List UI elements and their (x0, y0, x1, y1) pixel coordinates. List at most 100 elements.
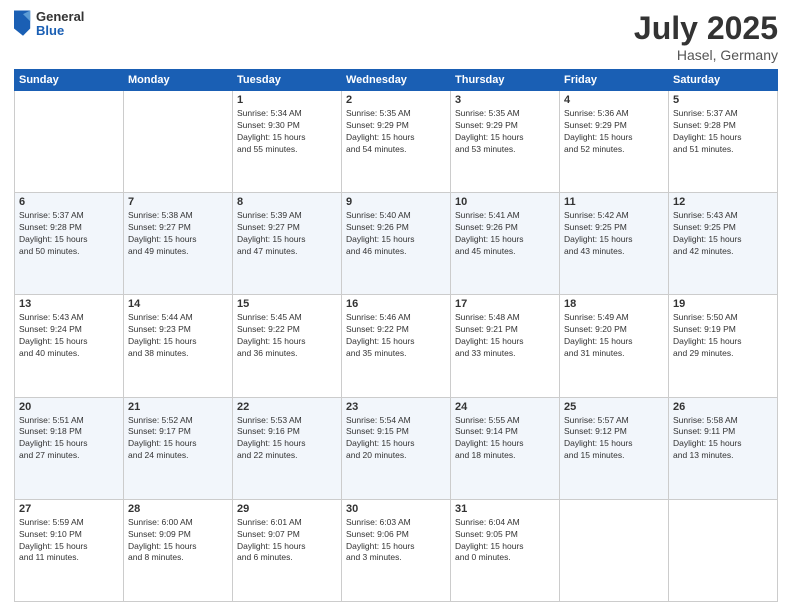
calendar-cell: 30 Sunrise: 6:03 AM Sunset: 9:06 PM Dayli… (342, 499, 451, 601)
day-info: Sunrise: 5:54 AM Sunset: 9:15 PM Dayligh… (346, 415, 446, 463)
day-number: 1 (237, 94, 337, 106)
day-info: Sunrise: 5:35 AM Sunset: 9:29 PM Dayligh… (346, 108, 446, 156)
day-number: 5 (673, 94, 773, 106)
day-number: 16 (346, 298, 446, 310)
day-header-tuesday: Tuesday (233, 70, 342, 91)
calendar-cell: 28 Sunrise: 6:00 AM Sunset: 9:09 PM Dayli… (124, 499, 233, 601)
day-info: Sunrise: 5:50 AM Sunset: 9:19 PM Dayligh… (673, 312, 773, 360)
day-info: Sunrise: 5:55 AM Sunset: 9:14 PM Dayligh… (455, 415, 555, 463)
day-info: Sunrise: 6:03 AM Sunset: 9:06 PM Dayligh… (346, 517, 446, 565)
calendar-cell: 3Sunrise: 5:35 AM Sunset: 9:29 PM Daylig… (451, 91, 560, 193)
day-info: Sunrise: 5:37 AM Sunset: 9:28 PM Dayligh… (19, 210, 119, 258)
day-number: 24 (455, 401, 555, 413)
logo-general-text: General (36, 10, 84, 24)
day-header-thursday: Thursday (451, 70, 560, 91)
day-number: 27 (19, 503, 119, 515)
calendar-cell: 5 Sunrise: 5:37 AM Sunset: 9:28 PM Daylig… (669, 91, 778, 193)
calendar-cell (560, 499, 669, 601)
calendar-week-2: 13 Sunrise: 5:43 AM Sunset: 9:24 PM Dayli… (15, 295, 778, 397)
calendar-cell: 23Sunrise: 5:54 AM Sunset: 9:15 PM Dayli… (342, 397, 451, 499)
day-number: 25 (564, 401, 664, 413)
day-number: 13 (19, 298, 119, 310)
day-info: Sunrise: 6:00 AM Sunset: 9:09 PM Dayligh… (128, 517, 228, 565)
logo-text: General Blue (36, 10, 84, 39)
day-header-monday: Monday (124, 70, 233, 91)
day-info: Sunrise: 5:48 AM Sunset: 9:21 PM Dayligh… (455, 312, 555, 360)
location: Hasel, Germany (634, 47, 778, 63)
calendar-cell: 25 Sunrise: 5:57 AM Sunset: 9:12 PM Dayli… (560, 397, 669, 499)
calendar-cell: 29 Sunrise: 6:01 AM Sunset: 9:07 PM Dayli… (233, 499, 342, 601)
calendar-week-3: 20 Sunrise: 5:51 AM Sunset: 9:18 PM Dayli… (15, 397, 778, 499)
day-header-saturday: Saturday (669, 70, 778, 91)
day-info: Sunrise: 5:37 AM Sunset: 9:28 PM Dayligh… (673, 108, 773, 156)
day-number: 20 (19, 401, 119, 413)
calendar-cell: 11Sunrise: 5:42 AM Sunset: 9:25 PM Dayli… (560, 193, 669, 295)
day-number: 3 (455, 94, 555, 106)
day-number: 6 (19, 196, 119, 208)
calendar-cell: 27 Sunrise: 5:59 AM Sunset: 9:10 PM Dayli… (15, 499, 124, 601)
day-number: 9 (346, 196, 446, 208)
day-info: Sunrise: 5:40 AM Sunset: 9:26 PM Dayligh… (346, 210, 446, 258)
calendar-cell: 18 Sunrise: 5:49 AM Sunset: 9:20 PM Dayli… (560, 295, 669, 397)
calendar: SundayMondayTuesdayWednesdayThursdayFrid… (14, 69, 778, 602)
day-number: 14 (128, 298, 228, 310)
calendar-cell: 12Sunrise: 5:43 AM Sunset: 9:25 PM Dayli… (669, 193, 778, 295)
day-info: Sunrise: 6:01 AM Sunset: 9:07 PM Dayligh… (237, 517, 337, 565)
calendar-cell: 20 Sunrise: 5:51 AM Sunset: 9:18 PM Dayli… (15, 397, 124, 499)
calendar-cell (124, 91, 233, 193)
calendar-cell: 26Sunrise: 5:58 AM Sunset: 9:11 PM Dayli… (669, 397, 778, 499)
calendar-week-1: 6 Sunrise: 5:37 AM Sunset: 9:28 PM Daylig… (15, 193, 778, 295)
day-info: Sunrise: 5:49 AM Sunset: 9:20 PM Dayligh… (564, 312, 664, 360)
calendar-cell: 4 Sunrise: 5:36 AM Sunset: 9:29 PM Daylig… (560, 91, 669, 193)
day-number: 19 (673, 298, 773, 310)
day-header-wednesday: Wednesday (342, 70, 451, 91)
calendar-cell: 22Sunrise: 5:53 AM Sunset: 9:16 PM Dayli… (233, 397, 342, 499)
header: General Blue July 2025 Hasel, Germany (14, 10, 778, 63)
calendar-cell: 31 Sunrise: 6:04 AM Sunset: 9:05 PM Dayli… (451, 499, 560, 601)
calendar-cell: 21 Sunrise: 5:52 AM Sunset: 9:17 PM Dayli… (124, 397, 233, 499)
calendar-header-row: SundayMondayTuesdayWednesdayThursdayFrid… (15, 70, 778, 91)
day-number: 29 (237, 503, 337, 515)
day-info: Sunrise: 5:36 AM Sunset: 9:29 PM Dayligh… (564, 108, 664, 156)
calendar-cell: 6 Sunrise: 5:37 AM Sunset: 9:28 PM Daylig… (15, 193, 124, 295)
day-number: 21 (128, 401, 228, 413)
logo-blue-text: Blue (36, 24, 84, 38)
day-info: Sunrise: 6:04 AM Sunset: 9:05 PM Dayligh… (455, 517, 555, 565)
day-number: 4 (564, 94, 664, 106)
day-info: Sunrise: 5:57 AM Sunset: 9:12 PM Dayligh… (564, 415, 664, 463)
day-info: Sunrise: 5:43 AM Sunset: 9:24 PM Dayligh… (19, 312, 119, 360)
page: General Blue July 2025 Hasel, Germany Su… (0, 0, 792, 612)
day-info: Sunrise: 5:46 AM Sunset: 9:22 PM Dayligh… (346, 312, 446, 360)
day-header-friday: Friday (560, 70, 669, 91)
day-number: 30 (346, 503, 446, 515)
day-number: 26 (673, 401, 773, 413)
day-info: Sunrise: 5:41 AM Sunset: 9:26 PM Dayligh… (455, 210, 555, 258)
day-number: 18 (564, 298, 664, 310)
day-number: 31 (455, 503, 555, 515)
calendar-week-0: 1 Sunrise: 5:34 AM Sunset: 9:30 PM Daylig… (15, 91, 778, 193)
day-number: 10 (455, 196, 555, 208)
day-number: 22 (237, 401, 337, 413)
day-info: Sunrise: 5:51 AM Sunset: 9:18 PM Dayligh… (19, 415, 119, 463)
day-info: Sunrise: 5:44 AM Sunset: 9:23 PM Dayligh… (128, 312, 228, 360)
calendar-cell: 7Sunrise: 5:38 AM Sunset: 9:27 PM Daylig… (124, 193, 233, 295)
day-info: Sunrise: 5:42 AM Sunset: 9:25 PM Dayligh… (564, 210, 664, 258)
day-info: Sunrise: 5:34 AM Sunset: 9:30 PM Dayligh… (237, 108, 337, 156)
day-header-sunday: Sunday (15, 70, 124, 91)
day-info: Sunrise: 5:59 AM Sunset: 9:10 PM Dayligh… (19, 517, 119, 565)
day-info: Sunrise: 5:45 AM Sunset: 9:22 PM Dayligh… (237, 312, 337, 360)
calendar-cell: 17Sunrise: 5:48 AM Sunset: 9:21 PM Dayli… (451, 295, 560, 397)
logo-icon (14, 10, 32, 38)
calendar-cell: 19 Sunrise: 5:50 AM Sunset: 9:19 PM Dayli… (669, 295, 778, 397)
calendar-week-4: 27 Sunrise: 5:59 AM Sunset: 9:10 PM Dayli… (15, 499, 778, 601)
day-number: 2 (346, 94, 446, 106)
day-info: Sunrise: 5:52 AM Sunset: 9:17 PM Dayligh… (128, 415, 228, 463)
calendar-cell: 16 Sunrise: 5:46 AM Sunset: 9:22 PM Dayli… (342, 295, 451, 397)
day-number: 28 (128, 503, 228, 515)
day-info: Sunrise: 5:39 AM Sunset: 9:27 PM Dayligh… (237, 210, 337, 258)
month-title: July 2025 (634, 10, 778, 47)
calendar-cell (669, 499, 778, 601)
calendar-cell: 1 Sunrise: 5:34 AM Sunset: 9:30 PM Daylig… (233, 91, 342, 193)
day-number: 7 (128, 196, 228, 208)
calendar-cell: 8Sunrise: 5:39 AM Sunset: 9:27 PM Daylig… (233, 193, 342, 295)
